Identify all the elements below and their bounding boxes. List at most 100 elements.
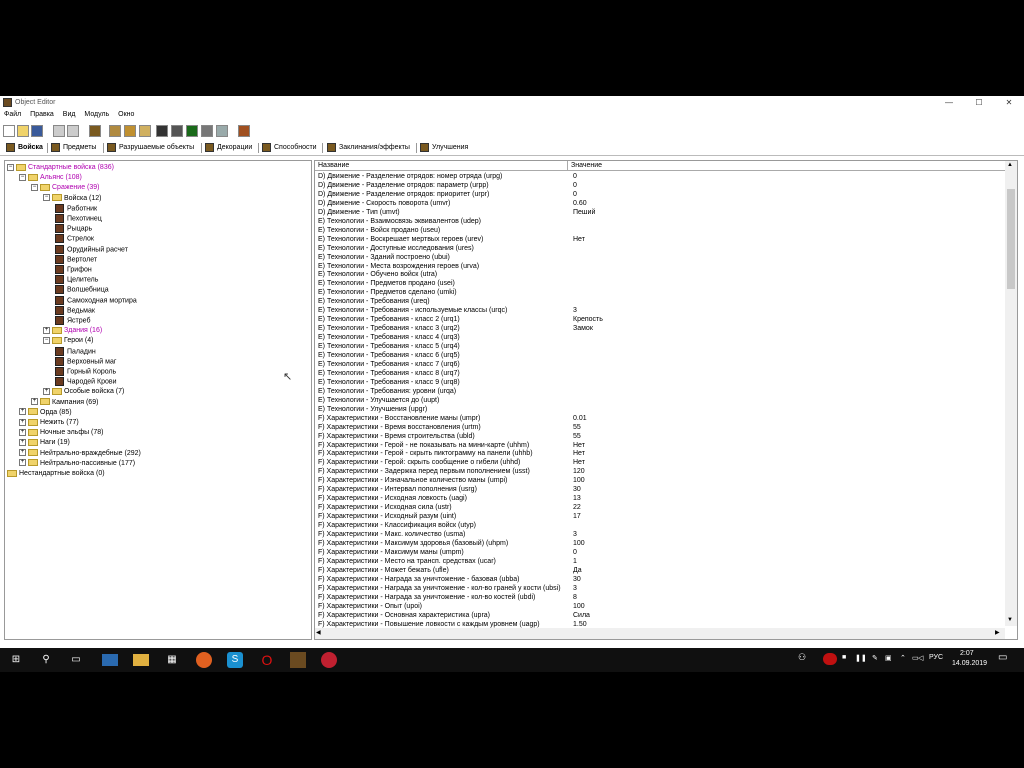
sound-icon[interactable] [139,125,151,137]
clock-time[interactable]: 2:07 [960,650,974,657]
tree-unit-item[interactable]: Паладин [55,346,96,357]
field-row[interactable]: F) Характеристики - Награда за уничтожен… [315,575,1005,584]
vertical-scrollbar[interactable]: ▲ ▼ [1005,161,1017,626]
field-row[interactable]: F) Характеристики - Изначальное количест… [315,476,1005,485]
expand-toggle-icon[interactable]: − [31,184,38,192]
field-row[interactable]: E) Технологии - Обучено войск (utra) [315,270,1005,279]
menu-module[interactable]: Модуль [84,111,109,118]
field-row[interactable]: F) Характеристики - Интервал пополнения … [315,485,1005,494]
tree-unit-item[interactable]: Самоходная мортира [55,295,137,306]
scroll-right-icon[interactable]: ▶ [995,629,1000,636]
tree-unit-item[interactable]: Вертолет [55,254,97,265]
field-row[interactable]: F) Характеристики - Герой - не показыват… [315,441,1005,450]
scroll-thumb[interactable] [1007,189,1015,289]
expand-toggle-icon[interactable]: − [19,173,26,181]
expand-toggle-icon[interactable]: + [19,449,26,457]
field-row[interactable]: E) Технологии - Предметов продано (usei) [315,279,1005,288]
menu-file[interactable]: Файл [4,111,21,118]
minimize-button[interactable]: — [934,96,964,110]
tree-unit-item[interactable]: Волшебница [55,285,109,295]
field-row[interactable]: E) Технологии - Требования - используемы… [315,306,1005,315]
field-row[interactable]: E) Технологии - Воскрешает мертвых герое… [315,235,1005,244]
task-view-icon[interactable]: ▭ [68,652,84,668]
field-row[interactable]: E) Технологии - Предметов сделано (umki) [315,288,1005,297]
field-row[interactable]: F) Характеристики - Основная характерист… [315,611,1005,620]
pause-icon[interactable]: ❚❚ [855,654,867,662]
field-row[interactable]: E) Технологии - Улучшается до (uupt) [315,396,1005,405]
new-file-icon[interactable] [3,125,15,137]
field-row[interactable]: D) Движение - Разделение отрядов: номер … [315,172,1005,181]
expand-toggle-icon[interactable]: + [43,326,50,334]
field-row[interactable]: E) Технологии - Требования - класс 8 (ur… [315,369,1005,378]
unit-editor-icon[interactable] [89,125,101,137]
tab-abilities[interactable]: Способности [262,143,317,153]
field-row[interactable]: F) Характеристики - Исходный разум (uint… [315,512,1005,521]
tree-unit-item[interactable]: Орудийный расчет [55,244,128,255]
field-row[interactable]: E) Технологии - Требования - класс 2 (ur… [315,315,1005,324]
close-button[interactable]: ✕ [994,96,1024,110]
tree-unit-item[interactable]: Ястреб [55,316,90,326]
tree-unit-item[interactable]: Горный Король [55,367,116,377]
monitor-app-icon[interactable] [102,654,118,666]
opera-icon[interactable]: O [259,652,275,668]
field-row[interactable]: E) Технологии - Войск продано (useu) [315,226,1005,235]
tab-upgrades[interactable]: Улучшения [420,143,468,153]
tree-unit-item[interactable]: Грифон [55,265,92,275]
tree-unit-item[interactable]: Чародей Крови [55,377,117,387]
field-row[interactable]: F) Характеристики - Герой - скрыть пикто… [315,449,1005,458]
tree-folder-item[interactable]: − Альянс (108) [19,173,82,183]
tree-folder-item[interactable]: − Стандартные войска (836) [7,163,114,173]
volume-icon[interactable]: ◁ [918,654,923,662]
expand-toggle-icon[interactable]: + [19,428,26,436]
scroll-down-icon[interactable]: ▼ [1007,617,1013,623]
field-row[interactable]: F) Характеристики - Задержка перед первы… [315,467,1005,476]
field-row[interactable]: E) Технологии - Требования - класс 3 (ur… [315,324,1005,333]
expand-toggle-icon[interactable]: + [19,439,26,447]
expand-toggle-icon[interactable]: + [31,398,38,406]
expand-toggle-icon[interactable]: − [43,194,50,202]
field-row[interactable]: F) Характеристики - Время строительства … [315,432,1005,441]
maximize-button[interactable]: ☐ [964,96,994,110]
field-row[interactable]: F) Характеристики - Восстановление маны … [315,414,1005,423]
paste-icon[interactable] [67,125,79,137]
field-row[interactable]: E) Технологии - Требования - класс 9 (ur… [315,378,1005,387]
tree-folder-item[interactable]: + Кампания (69) [31,398,98,408]
stop-icon[interactable]: ■ [842,654,846,661]
expand-toggle-icon[interactable]: + [43,388,50,396]
notifications-icon[interactable]: ▭ [998,652,1007,663]
start-icon[interactable]: ⊞ [8,652,24,668]
mic-off-icon[interactable]: ✎ [872,654,878,662]
tree-folder-item[interactable]: − Герои (4) [43,336,93,346]
field-row[interactable]: D) Движение - Скорость поворота (umvr) 0.… [315,199,1005,208]
tree-unit-item[interactable]: Пехотинец [55,214,102,224]
expand-toggle-icon[interactable]: + [19,408,26,416]
tab-buffs[interactable]: Заклинания/эффекты [327,143,410,153]
people-icon[interactable]: ⚇ [798,652,806,663]
skype-icon[interactable]: S [227,652,243,668]
tab-items[interactable]: Предметы [51,143,96,153]
field-row[interactable]: F) Характеристики - Максимум маны (umpm)… [315,548,1005,557]
tree-folder-item[interactable]: + Нейтрально-враждебные (292) [19,449,141,459]
tree-folder-item[interactable]: + Орда (85) [19,408,72,418]
tree-unit-item[interactable]: Верховный маг [55,356,116,367]
field-row[interactable]: F) Характеристики - Опыт (upoi) 100 [315,602,1005,611]
tree-folder-item[interactable]: Нестандартные войска (0) [7,469,105,479]
tab-doodads[interactable]: Декорации [205,143,252,153]
field-row[interactable]: E) Технологии - Требования (ureq) [315,297,1005,306]
tree-unit-item[interactable]: Целитель [55,275,98,285]
scroll-left-icon[interactable]: ◀ [316,629,321,636]
field-row[interactable]: F) Характеристики - Может бежать (ufle) Д… [315,566,1005,575]
search-icon[interactable]: ⚲ [38,652,54,668]
camera-icon[interactable] [171,125,183,137]
file-explorer-icon[interactable] [133,654,149,666]
tree-folder-item[interactable]: + Ночные эльфы (78) [19,428,104,438]
field-row[interactable]: E) Технологии - Требования - класс 5 (ur… [315,342,1005,351]
field-row[interactable]: E) Технологии - Требования - класс 4 (ur… [315,333,1005,342]
tree-folder-item[interactable]: + Здания (16) [43,326,102,336]
menu-window[interactable]: Окно [118,111,134,118]
object-editor-icon[interactable] [156,125,168,137]
expand-toggle-icon[interactable]: + [19,418,26,426]
scroll-up-icon[interactable]: ▲ [1007,162,1013,168]
field-row[interactable]: D) Движение - Тип (umvt) Пеший [315,208,1005,217]
expand-toggle-icon[interactable]: − [7,163,14,171]
